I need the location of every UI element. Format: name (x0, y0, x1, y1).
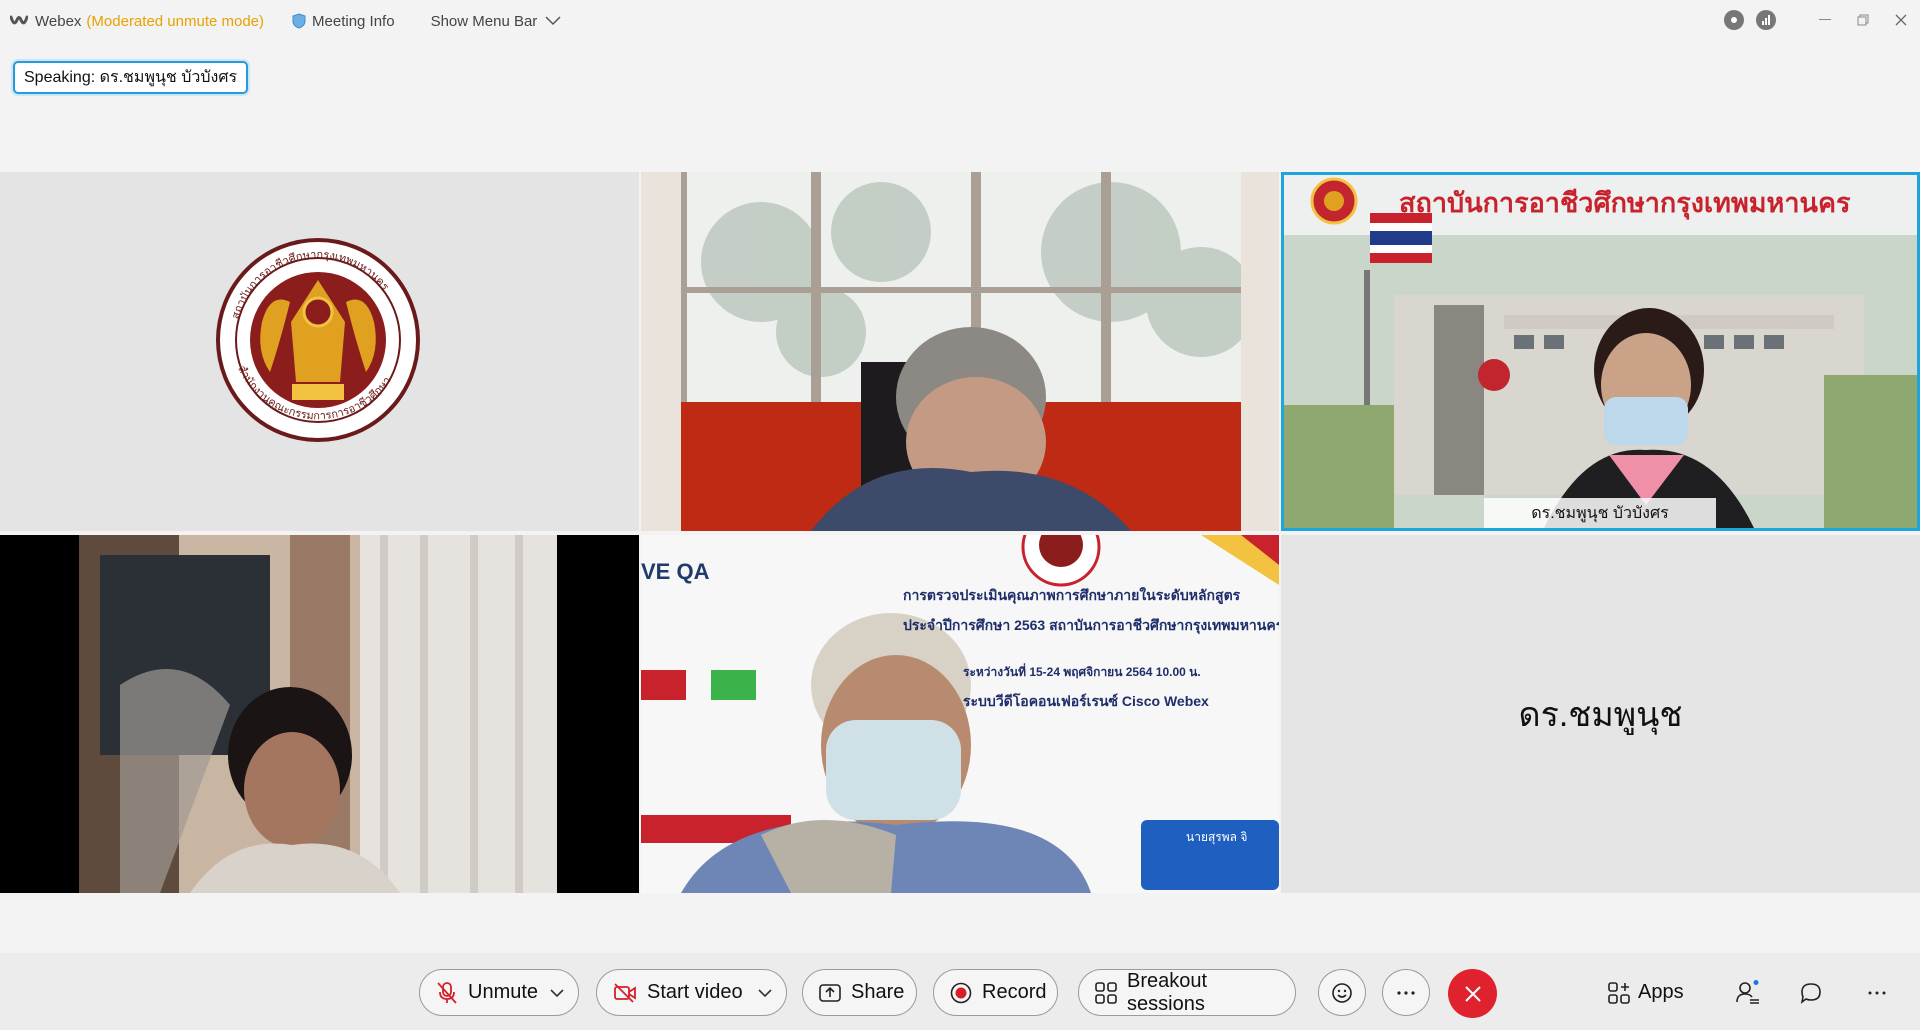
slide-qa-title: VE QA (641, 559, 710, 584)
apps-button[interactable]: Apps (1608, 969, 1684, 1016)
participant-tile-no-video[interactable]: ดร.ชมพูนุช (1281, 535, 1920, 893)
close-window-button[interactable] (1882, 8, 1920, 32)
minimize-icon (1819, 19, 1831, 20)
participant-tile-video-5[interactable]: VE QA การตรวจประเมินคุณภาพการศึกษาภายในร… (641, 535, 1279, 893)
participant-tile-video-2[interactable] (641, 172, 1279, 531)
video-grid: สถาบันการอาชีวศึกษากรุงเทพมหานคร สำนักงา… (0, 172, 1920, 893)
start-video-button[interactable]: Start video (596, 969, 787, 1016)
emoji-icon (1332, 982, 1352, 1003)
institute-seal-icon: สถาบันการอาชีวศึกษากรุงเทพมหานคร สำนักงา… (216, 238, 420, 442)
show-menu-bar-button[interactable]: Show Menu Bar (431, 13, 562, 30)
unmute-mode-label: (Moderated unmute mode) (86, 12, 265, 30)
record-icon (950, 982, 972, 1003)
participant-name-tag: ดร.ชมพูนุช บัวบังศร (1484, 498, 1716, 528)
slide-line-2: ประจำปีการศึกษา 2563 สถาบันการอาชีวศึกษา… (903, 617, 1279, 633)
participant-video-4 (0, 535, 639, 893)
video-off-icon (614, 982, 636, 1003)
webex-logo-icon (10, 15, 28, 25)
settings-status-icon[interactable] (1724, 10, 1744, 30)
more-dots-icon (1868, 991, 1886, 994)
unmute-button[interactable]: Unmute (419, 969, 579, 1016)
chevron-down-icon[interactable] (758, 988, 772, 997)
participant-video-2 (641, 172, 1279, 531)
participants-button[interactable] (1735, 969, 1769, 1016)
share-icon (819, 983, 841, 1002)
more-panels-button[interactable] (1868, 969, 1894, 1016)
participants-icon (1736, 979, 1759, 1004)
active-speaker-label: Speaking: ดร.ชมพูนุช บัวบังศร (13, 61, 249, 94)
restore-button[interactable] (1844, 8, 1882, 32)
more-dots-icon (1397, 990, 1415, 995)
share-button[interactable]: Share (802, 969, 917, 1016)
participant-display-name: ดร.ชมพูนุช (1518, 696, 1683, 734)
meeting-controls-bar: Unmute Start video Share Record Breakout… (0, 953, 1920, 1030)
end-call-button[interactable] (1448, 969, 1497, 1018)
title-bar: Webex (Moderated unmute mode) Meeting In… (0, 0, 1920, 42)
slide-line-3: ระหว่างวันที่ 15-24 พฤศจิกายน 2564 10.00… (963, 665, 1201, 679)
share-label: Share (851, 981, 905, 1003)
minimize-button[interactable] (1806, 8, 1844, 32)
meeting-info-label: Meeting Info (312, 12, 395, 30)
chat-icon (1800, 982, 1821, 1004)
more-options-button[interactable] (1382, 969, 1430, 1016)
slide-line-4: ระบบวีดีโอคอนเฟอร์เรนซ์ Cisco Webex (963, 693, 1209, 709)
chat-button[interactable] (1800, 969, 1830, 1016)
apps-icon (1608, 981, 1630, 1004)
record-button[interactable]: Record (933, 969, 1058, 1016)
microphone-muted-icon (437, 981, 457, 1004)
close-icon (1464, 985, 1481, 1002)
breakout-sessions-label: Breakout sessions (1127, 969, 1208, 1015)
slide-card-name: นายสุรพล จิ (1186, 830, 1248, 844)
chevron-down-icon[interactable] (550, 988, 564, 997)
institute-banner-text: สถาบันการอาชีวศึกษากรุงเทพมหานคร (1399, 188, 1851, 218)
window-controls (1724, 8, 1920, 32)
slide-line-1: การตรวจประเมินคุณภาพการศึกษาภายในระดับหล… (903, 587, 1241, 603)
shield-icon (292, 13, 306, 29)
close-icon (1895, 14, 1907, 26)
participant-video-3 (1284, 175, 1917, 528)
show-menu-bar-label: Show Menu Bar (430, 12, 538, 30)
chevron-down-icon (545, 16, 561, 26)
unmute-label: Unmute (468, 981, 539, 1003)
participant-tile-video-4[interactable] (0, 535, 639, 893)
record-label: Record (982, 981, 1047, 1003)
breakout-sessions-button[interactable]: Breakout sessions (1078, 969, 1296, 1016)
apps-label: Apps (1638, 981, 1684, 1003)
breakout-sessions-icon (1095, 981, 1117, 1004)
meeting-info-button[interactable]: Meeting Info (292, 13, 395, 30)
restore-icon (1857, 14, 1869, 26)
participant-tile-seal[interactable]: สถาบันการอาชีวศึกษากรุงเทพมหานคร สำนักงา… (0, 172, 639, 531)
start-video-label: Start video (647, 981, 743, 1003)
reactions-button[interactable] (1318, 969, 1366, 1016)
app-name: Webex (35, 12, 82, 30)
participant-tile-active-speaker[interactable]: สถาบันการอาชีวศึกษากรุงเทพมหานคร ดร.ชมพู… (1281, 172, 1920, 531)
network-signal-icon[interactable] (1756, 10, 1776, 30)
